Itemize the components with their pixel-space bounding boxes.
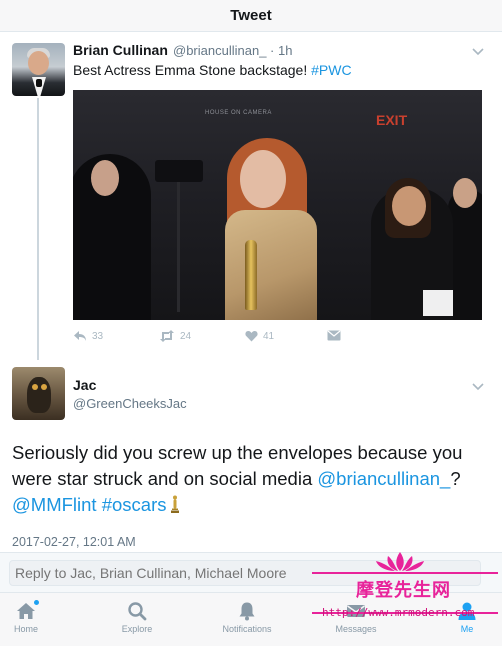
- person-icon: [457, 601, 477, 621]
- tweet-text-body: Best Actress Emma Stone backstage!: [73, 62, 312, 78]
- chevron-down-icon[interactable]: [470, 381, 486, 393]
- mention-link[interactable]: @briancullinan_: [317, 468, 450, 489]
- mail-icon: [327, 330, 341, 341]
- reply-action[interactable]: 33: [73, 330, 103, 342]
- tab-notifications[interactable]: Notifications: [197, 593, 297, 646]
- mail-icon: [346, 601, 366, 621]
- tweet-text: Best Actress Emma Stone backstage! #PWC: [73, 62, 352, 78]
- tweet-photo[interactable]: HOUSE ON CAMERA EXIT: [73, 90, 482, 320]
- tweet-author-handle[interactable]: @GreenCheeksJac: [73, 396, 187, 411]
- tweet-author-name[interactable]: Jac: [73, 377, 96, 393]
- tweet-author-name[interactable]: Brian Cullinan: [73, 42, 168, 58]
- like-action[interactable]: 41: [245, 330, 274, 342]
- bell-icon: [237, 601, 257, 621]
- photo-exit-sign: EXIT: [376, 112, 408, 128]
- tab-home[interactable]: Home: [0, 593, 76, 646]
- focused-tweet-text: Seriously did you screw up the envelopes…: [12, 440, 490, 518]
- tweet-author-handle[interactable]: @briancullinan_ · 1h: [173, 43, 292, 58]
- hashtag-link[interactable]: #oscars: [102, 494, 167, 515]
- tweet-actions: 33 24 41: [73, 330, 373, 346]
- photo-sign-text: HOUSE ON CAMERA: [205, 110, 272, 116]
- tab-messages[interactable]: Messages: [306, 593, 406, 646]
- reply-count: 33: [92, 330, 104, 342]
- oscar-statuette-icon: [171, 495, 180, 513]
- mention-link[interactable]: @MMFlint: [12, 494, 97, 515]
- top-bar: Tweet: [0, 0, 502, 32]
- avatar[interactable]: [12, 43, 65, 96]
- reply-bar: [0, 552, 502, 592]
- tweet-timestamp: 2017-02-27, 12:01 AM: [12, 535, 136, 549]
- page-title: Tweet: [230, 7, 272, 24]
- tab-label: Home: [13, 624, 38, 634]
- tab-label: Me: [460, 624, 474, 634]
- chevron-down-icon[interactable]: [470, 46, 486, 58]
- avatar[interactable]: [12, 367, 65, 420]
- retweet-action[interactable]: 24: [159, 330, 191, 342]
- reply-input[interactable]: [9, 560, 481, 586]
- tab-label: Explore: [121, 624, 153, 634]
- notification-dot: [34, 600, 39, 605]
- search-icon: [127, 601, 147, 621]
- bottom-tab-bar: Home Explore Notifications Messages Me: [0, 592, 502, 646]
- tab-label: Messages: [335, 624, 377, 634]
- tab-explore[interactable]: Explore: [87, 593, 187, 646]
- hashtag-link[interactable]: #PWC: [311, 62, 351, 78]
- thread-connector-line: [37, 98, 39, 360]
- tab-label: Notifications: [222, 624, 272, 634]
- retweet-count: 24: [180, 330, 192, 342]
- like-count: 41: [263, 330, 275, 342]
- retweet-icon: [160, 330, 174, 342]
- tab-me[interactable]: Me: [417, 593, 502, 646]
- direct-message-action[interactable]: [327, 330, 341, 341]
- reply-icon: [74, 331, 86, 341]
- home-icon: [16, 600, 39, 621]
- heart-icon: [245, 331, 258, 342]
- tweet-text-body: ?: [450, 468, 461, 489]
